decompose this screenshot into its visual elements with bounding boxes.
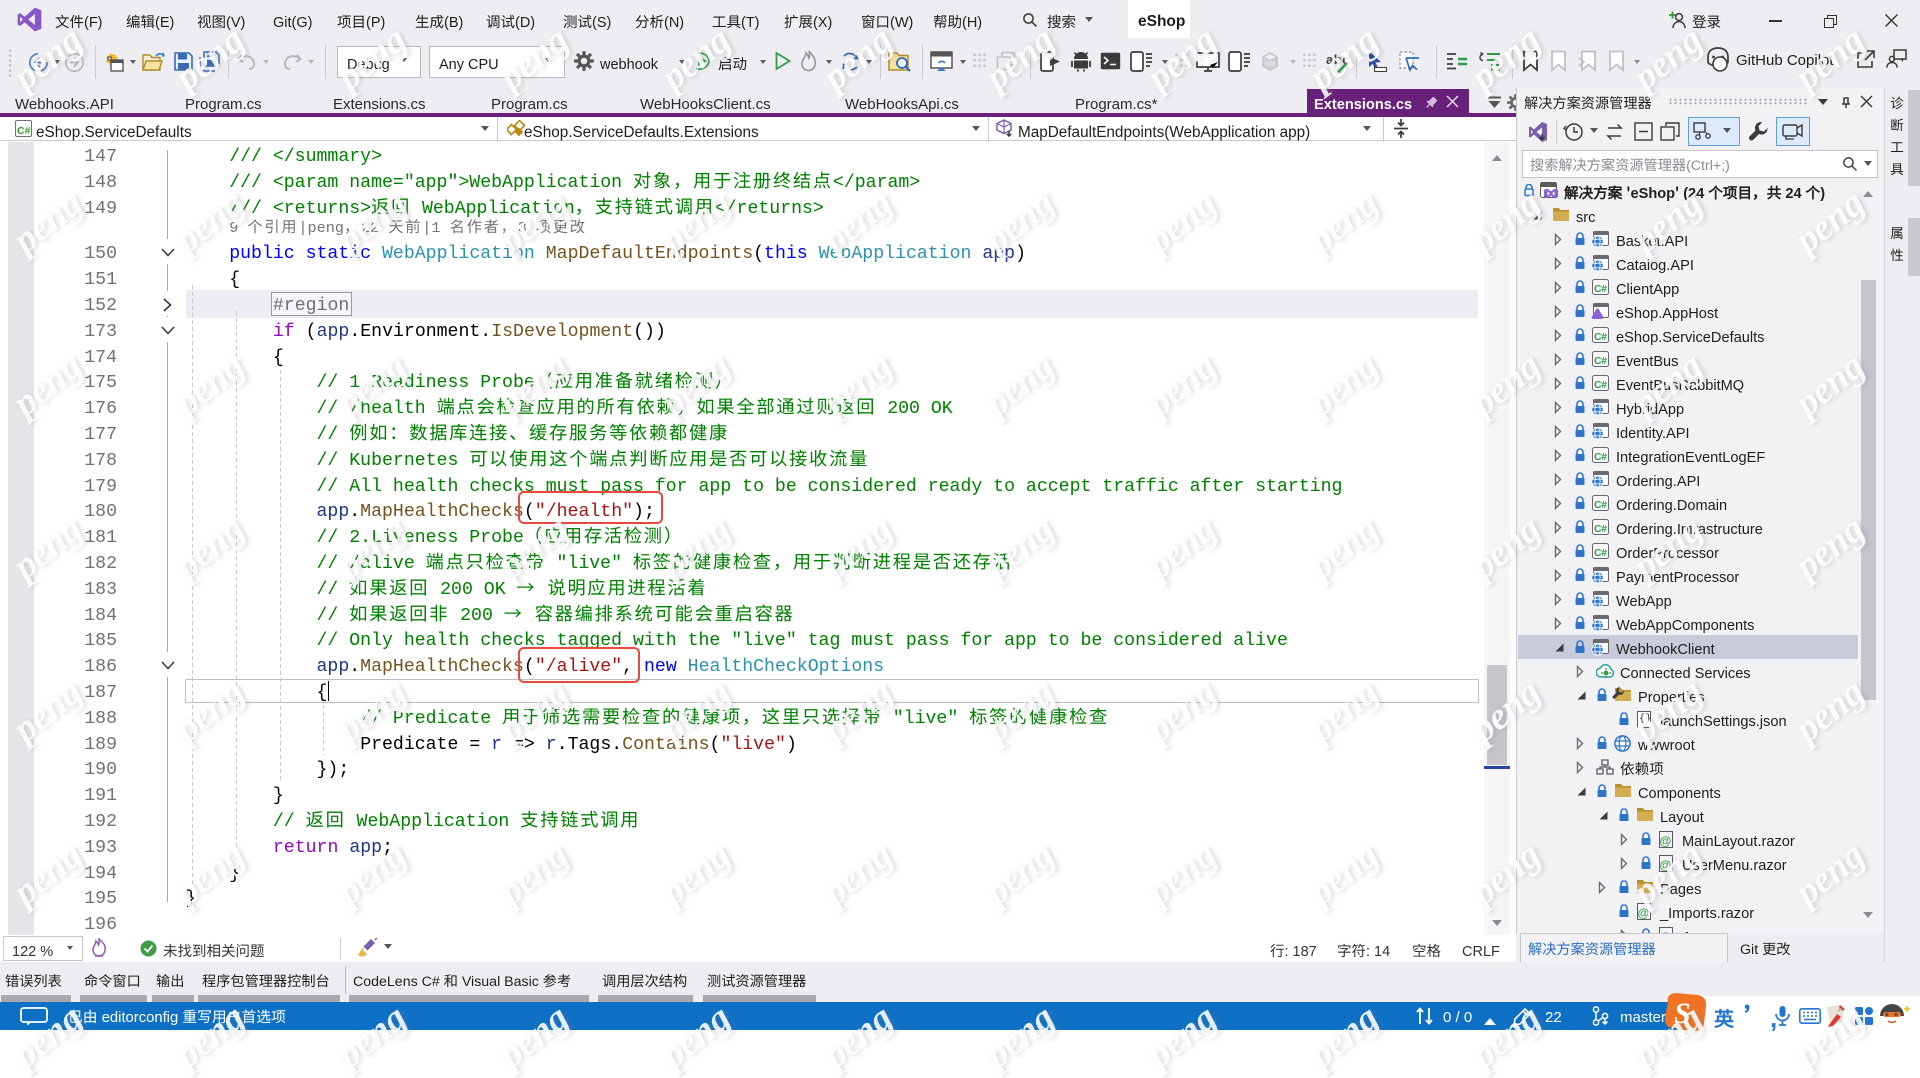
svg-text:S: S: [1674, 997, 1691, 1030]
